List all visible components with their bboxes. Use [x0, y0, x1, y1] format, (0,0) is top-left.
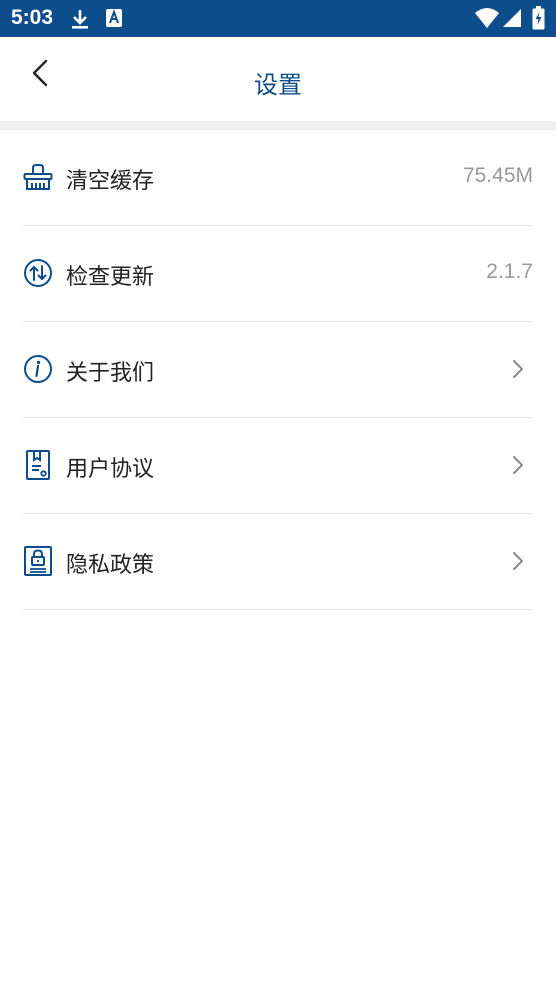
user-agreement-row[interactable]: 用户协议	[23, 418, 533, 514]
update-arrows-icon	[23, 258, 53, 288]
signal-icon	[502, 8, 522, 32]
privacy-policy-label: 隐私政策	[66, 553, 155, 578]
check-update-row[interactable]: 检查更新 2.1.7	[23, 226, 533, 322]
settings-list: 清空缓存 75.45M 检查更新 2.1.7 关于我们 用户协议 隐私政策	[0, 130, 556, 610]
user-agreement-label: 用户协议	[66, 457, 155, 482]
app-header: 设置	[0, 37, 556, 121]
chevron-right-icon	[511, 550, 525, 572]
basket-icon	[23, 162, 53, 192]
clear-cache-row[interactable]: 清空缓存 75.45M	[23, 130, 533, 226]
about-us-label: 关于我们	[66, 361, 155, 386]
keyboard-a-icon	[105, 8, 123, 32]
section-divider	[0, 121, 556, 130]
status-time: 5:03	[11, 6, 54, 29]
page-title: 设置	[254, 71, 302, 99]
status-bar: 5:03	[0, 0, 556, 37]
chevron-right-icon	[511, 454, 525, 476]
battery-charging-icon	[532, 6, 545, 34]
privacy-lock-icon	[23, 546, 53, 576]
check-update-label: 检查更新	[66, 265, 155, 290]
info-icon	[23, 354, 53, 384]
privacy-policy-row[interactable]: 隐私政策	[23, 514, 533, 610]
chevron-right-icon	[511, 358, 525, 380]
wifi-icon	[474, 7, 500, 33]
version-value: 2.1.7	[486, 260, 533, 283]
clear-cache-label: 清空缓存	[66, 169, 155, 194]
about-us-row[interactable]: 关于我们	[23, 322, 533, 418]
document-icon	[23, 450, 53, 480]
download-icon	[70, 8, 90, 34]
cache-size-value: 75.45M	[462, 164, 533, 187]
